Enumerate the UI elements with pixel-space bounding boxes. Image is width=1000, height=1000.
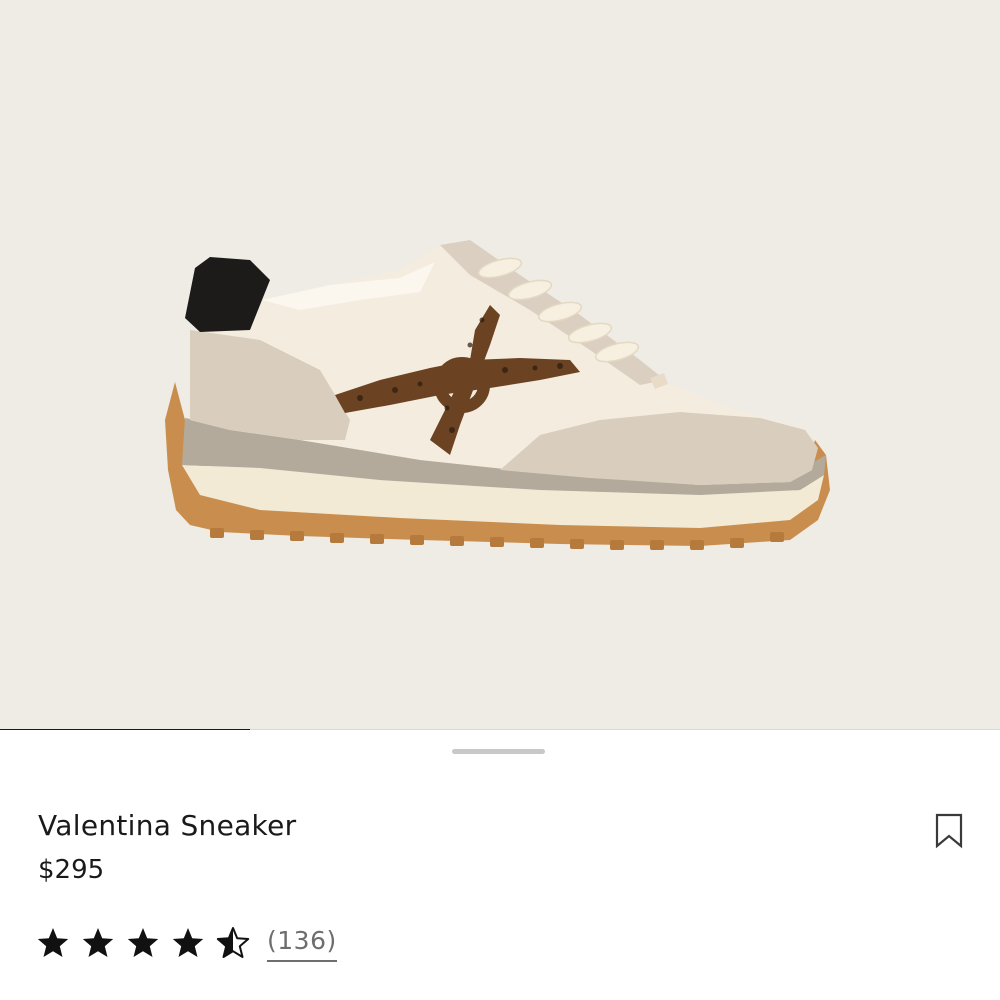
product-title: Valentina Sneaker <box>38 809 297 842</box>
star-full-icon <box>172 928 204 957</box>
product-image <box>165 240 830 550</box>
product-price: $295 <box>38 855 105 885</box>
star-half-icon <box>216 927 250 958</box>
star-full-icon <box>37 928 69 957</box>
product-rating[interactable]: (136) <box>36 924 337 962</box>
star-full-icon <box>127 928 159 957</box>
product-image-gallery[interactable] <box>0 0 1000 730</box>
sheet-drag-handle[interactable] <box>452 749 545 754</box>
review-count-link[interactable]: (136) <box>267 924 337 962</box>
star-full-icon <box>82 928 114 957</box>
gallery-progress-indicator <box>0 729 250 730</box>
gallery-progress-track <box>0 729 1000 730</box>
product-page: Valentina Sneaker $295 (136) <box>0 0 1000 1000</box>
bookmark-icon[interactable] <box>930 812 968 850</box>
